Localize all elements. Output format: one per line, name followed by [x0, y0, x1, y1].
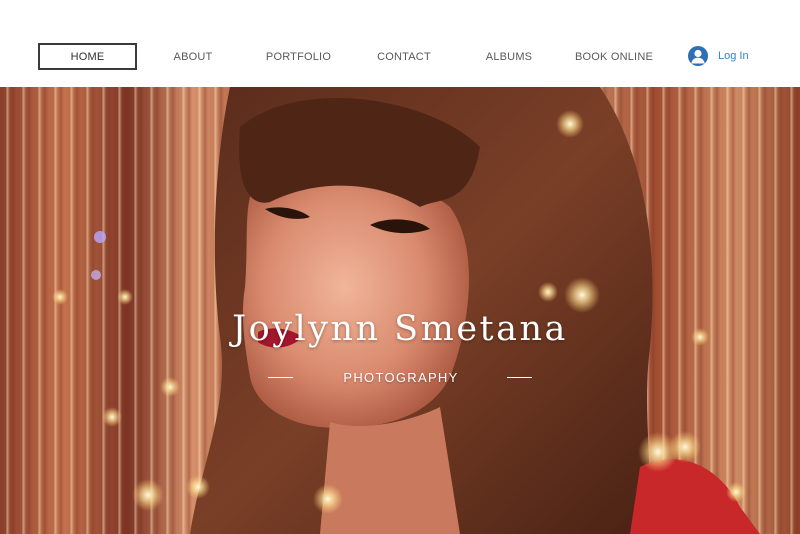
- page: HOME ABOUT PORTFOLIO CONTACT ALBUMS BOOK…: [0, 0, 800, 534]
- nav-contact[interactable]: CONTACT: [348, 43, 460, 70]
- nav-book-online[interactable]: BOOK ONLINE: [558, 43, 670, 70]
- main-nav: HOME ABOUT PORTFOLIO CONTACT ALBUMS BOOK…: [38, 43, 670, 70]
- hero-banner: Joylynn Smetana PHOTOGRAPHY: [0, 87, 800, 534]
- user-avatar-icon: [688, 46, 708, 66]
- nav-home[interactable]: HOME: [38, 43, 137, 70]
- site-header: HOME ABOUT PORTFOLIO CONTACT ALBUMS BOOK…: [0, 0, 800, 87]
- hero-title: Joylynn Smetana: [232, 309, 568, 349]
- subtitle-rule-right: [506, 376, 532, 378]
- subtitle-rule-left: [268, 376, 294, 378]
- nav-about[interactable]: ABOUT: [137, 43, 249, 70]
- login-button[interactable]: Log In: [688, 45, 749, 67]
- hero-subtitle: PHOTOGRAPHY: [343, 369, 459, 385]
- hero-subtitle-row: PHOTOGRAPHY: [0, 368, 800, 386]
- nav-portfolio[interactable]: PORTFOLIO: [249, 43, 348, 70]
- login-label: Log In: [718, 50, 749, 62]
- nav-albums[interactable]: ALBUMS: [460, 43, 558, 70]
